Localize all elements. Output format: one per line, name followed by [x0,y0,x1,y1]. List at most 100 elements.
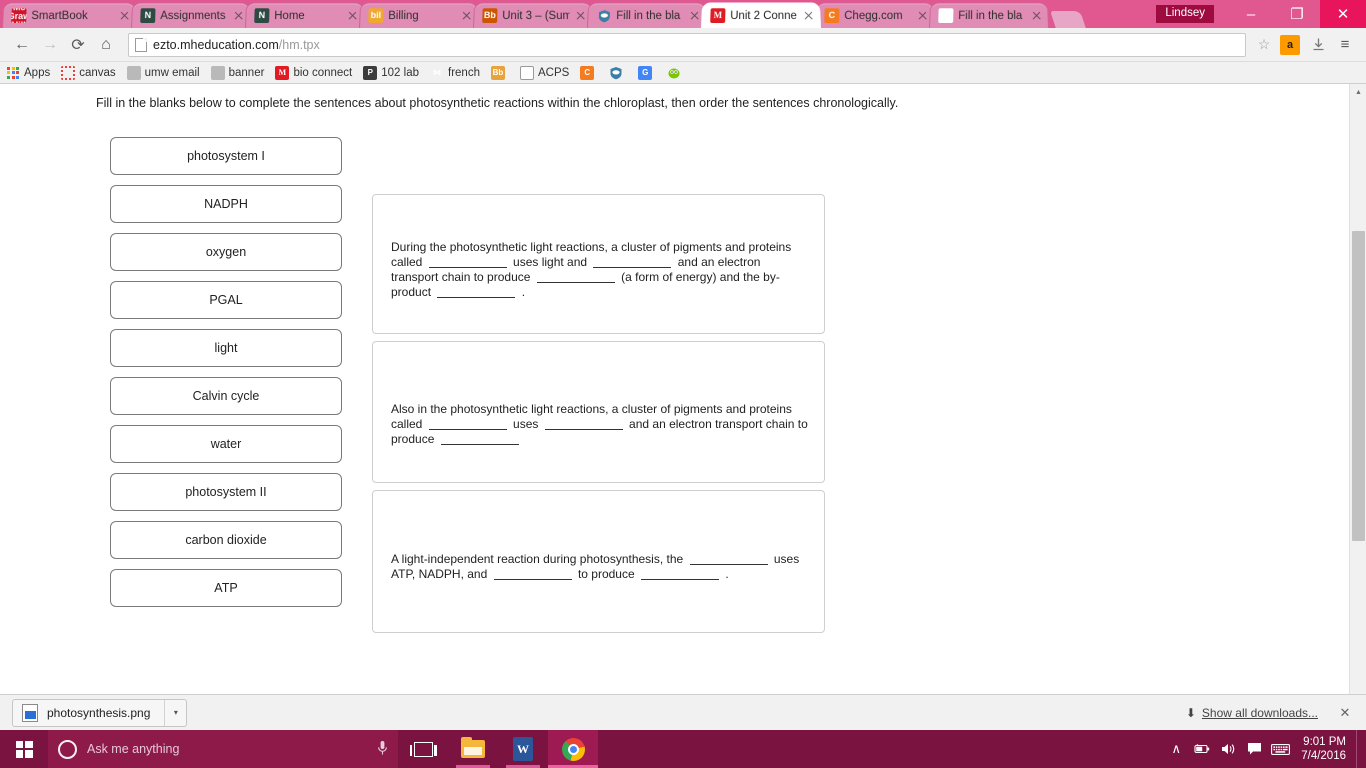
close-icon[interactable] [801,9,815,23]
tab-home[interactable]: N Home [245,2,365,28]
bookmark-acps[interactable]: ACPS [519,65,569,80]
bookmark-102-lab[interactable]: P 102 lab [363,65,419,80]
notability-n-icon: N [254,8,270,24]
bookmark-google-drive[interactable]: G [638,65,656,80]
word-tile[interactable]: ATP [110,569,342,607]
browser-window: McGrawHill SmartBook N Assignments N Hom… [0,0,1366,730]
battery-icon[interactable] [1189,730,1215,768]
microphone-icon[interactable] [377,740,388,759]
close-window-button[interactable]: ✕ [1320,0,1366,28]
close-icon[interactable] [915,9,929,23]
sentence-text: Also in the photosynthetic light reactio… [391,402,808,447]
task-view-button[interactable] [398,730,448,768]
bookmark-apps[interactable]: Apps [6,66,50,80]
tab-title: Fill in the bla [616,9,681,22]
close-icon[interactable] [573,9,587,23]
sentence-list: During the photosynthetic light reaction… [372,194,825,640]
profile-button[interactable]: Lindsey [1156,4,1214,24]
volume-icon[interactable] [1215,730,1241,768]
tab-fill-in-the-blank-1[interactable]: Fill in the bla [587,2,707,28]
bookmark-french[interactable]: ⋈ french [430,66,480,80]
close-icon[interactable] [117,9,131,23]
close-shelf-icon[interactable]: ✕ [1336,705,1354,721]
download-extension-icon[interactable] [1304,31,1332,59]
back-icon[interactable]: ← [8,31,36,59]
vertical-scrollbar[interactable]: ▲ ▼ [1349,84,1366,730]
show-desktop-button[interactable] [1356,730,1362,768]
bookmark-duolingo[interactable] [667,66,685,80]
new-tab-button[interactable] [1050,11,1086,28]
chrome-menu-icon[interactable]: ≡ [1332,36,1358,53]
start-button[interactable] [0,730,48,768]
download-item[interactable]: photosynthesis.png ▾ [12,698,188,727]
chrome-button[interactable] [548,730,598,768]
show-hidden-icons-icon[interactable]: ∧ [1163,730,1189,768]
blank-input[interactable] [536,271,615,283]
tab-billing[interactable]: bil Billing [359,2,479,28]
word-tile[interactable]: photosystem I [110,137,342,175]
show-all-downloads-label: Show all downloads... [1201,705,1318,720]
maximize-button[interactable]: ❐ [1274,0,1320,28]
windows-taskbar: Ask me anything W ∧ 9:01 PM 7/4/2016 [0,730,1366,768]
reload-icon[interactable]: ⟳ [64,31,92,59]
bookmark-bio-connect[interactable]: M bio connect [275,65,352,80]
blank-input[interactable] [428,256,507,268]
blank-input[interactable] [428,418,507,430]
blank-input[interactable] [437,286,516,298]
bookmark-shield[interactable] [609,66,627,80]
close-icon[interactable] [231,9,245,23]
word-tile[interactable]: light [110,329,342,367]
address-bar[interactable]: ezto.mheducation.com /hm.tpx [128,32,1246,57]
bookmark-umw-email[interactable]: umw email [126,65,200,80]
close-icon[interactable] [345,9,359,23]
blank-input[interactable] [640,568,719,580]
tab-assignments[interactable]: N Assignments [131,2,251,28]
page-content: Fill in the blanks below to complete the… [0,84,1349,730]
bookmark-canvas[interactable]: canvas [61,65,116,80]
close-icon[interactable] [459,9,473,23]
word-tile[interactable]: carbon dioxide [110,521,342,559]
page-info-icon[interactable] [135,37,147,52]
minimize-button[interactable]: – [1228,0,1274,28]
blank-input[interactable] [544,418,623,430]
cortana-search-box[interactable]: Ask me anything [48,730,398,768]
file-explorer-button[interactable] [448,730,498,768]
tab-smartbook[interactable]: McGrawHill SmartBook [2,2,137,28]
blank-input[interactable] [689,553,768,565]
blank-input[interactable] [440,433,519,445]
word-tile[interactable]: NADPH [110,185,342,223]
close-icon[interactable] [687,9,701,23]
blank-input[interactable] [593,256,672,268]
bookmark-blackboard[interactable]: Bb [490,65,509,80]
bookmark-chegg[interactable]: C [580,65,598,80]
word-button[interactable]: W [498,730,548,768]
action-center-icon[interactable] [1241,730,1267,768]
clock[interactable]: 9:01 PM 7/4/2016 [1293,735,1356,763]
close-icon[interactable] [1029,9,1043,23]
sentence-box[interactable]: A light-independent reaction during phot… [372,490,825,633]
bookmark-banner[interactable]: banner [210,65,264,80]
chevron-down-icon[interactable]: ▾ [164,699,186,726]
tab-unit2-connect[interactable]: M Unit 2 Conne [701,2,821,28]
blank-input[interactable] [493,568,572,580]
sentence-box[interactable]: During the photosynthetic light reaction… [372,194,825,334]
scrollbar-thumb[interactable] [1352,231,1365,541]
word-tile[interactable]: PGAL [110,281,342,319]
forward-icon[interactable]: → [36,31,64,59]
scroll-up-icon[interactable]: ▲ [1350,84,1366,101]
window-controls: Lindsey – ❐ ✕ [1156,0,1366,28]
home-icon[interactable]: ⌂ [92,31,120,59]
show-all-downloads-link[interactable]: ⬇ Show all downloads... [1186,706,1318,720]
word-tile[interactable]: water [110,425,342,463]
tab-fill-in-the-blank-2[interactable]: G Fill in the bla [929,2,1049,28]
tab-chegg[interactable]: C Chegg.com [815,2,935,28]
word-tile[interactable]: photosystem II [110,473,342,511]
sentence-box[interactable]: Also in the photosynthetic light reactio… [372,341,825,483]
tab-unit3[interactable]: Bb Unit 3 – (Sum [473,2,593,28]
amazon-extension-icon[interactable]: a [1280,34,1300,55]
bookmark-star-icon[interactable]: ☆ [1252,36,1276,53]
word-tile[interactable]: Calvin cycle [110,377,342,415]
word-tile[interactable]: oxygen [110,233,342,271]
keyboard-icon[interactable] [1267,730,1293,768]
document-icon [126,65,141,80]
